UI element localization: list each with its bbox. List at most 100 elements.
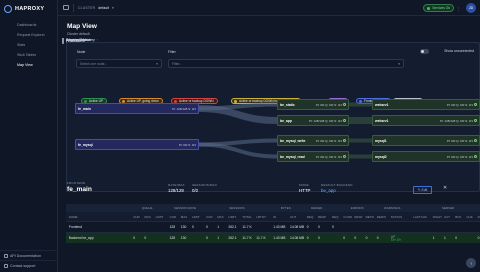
sidebar-item-request-explorer[interactable]: Request Explorer: [0, 30, 58, 40]
server-stats: Pl: 0/0 Q: 0/0 S: 0/1: [446, 154, 473, 159]
cluster-select[interactable]: default: [98, 6, 109, 10]
server-name: mysql1: [375, 138, 387, 143]
sidebar-item-api-docs[interactable]: API Documentation: [0, 250, 58, 260]
column-header[interactable]: LIMIT: [228, 215, 236, 219]
group-header: QUEUE: [141, 206, 153, 210]
table-cell: 11.7 K: [242, 225, 252, 229]
column-header[interactable]: REQ: [307, 215, 314, 219]
check-status-icon: [474, 155, 477, 158]
backend-node-be_mysql_read[interactable]: be_mysql_read Pl: 0/0 Q: 0/0 S: 0/1: [277, 151, 349, 162]
backend-node-be_static[interactable]: be_static Pl: 0/0 Q: 0/0 S: 0/1: [277, 99, 349, 110]
column-header[interactable]: MAX: [217, 215, 224, 219]
column-header[interactable]: CUR: [206, 215, 213, 219]
table-row[interactable]: Backend be_app 0 0 128 130 0 1 262.1 11.7 K 11.7 …: [66, 232, 480, 243]
column-header[interactable]: CONN: [343, 215, 352, 219]
frontend-node-fe_mysql[interactable]: fe_mysql Pl: 0/0 S: 0/1: [75, 139, 199, 150]
sessions-label: SESSIONS/MAX: [192, 183, 218, 187]
frontend-node-fe_main[interactable]: fe_main Pl: 128/128 S: 0/1: [75, 103, 199, 114]
check-status-icon: [343, 103, 346, 106]
table-cell: 262.1: [228, 236, 237, 240]
sidebar-item-contact-support[interactable]: Contact support: [0, 260, 58, 270]
column-header[interactable]: RETR: [366, 215, 374, 219]
sidebar-item-label: Request Explorer: [17, 33, 45, 37]
detail-type-label: FRONTEND: [67, 181, 86, 185]
table-row[interactable]: Frontend 128 130 0 0 1 262.1 11.7 K 1.43 MB 14.06…: [66, 221, 480, 232]
column-header[interactable]: LIMIT: [156, 215, 164, 219]
server-stats: Pl: 0/0 Q: 0/0 S: 0/1: [446, 138, 473, 143]
sidebar-item-map-view[interactable]: Map View: [3, 60, 55, 70]
frontend-stats: Pl: 128/128 S: 0/1: [172, 106, 196, 111]
server-node-websrv1[interactable]: websrv1 Pl: 0/0 Q: 0/0 S: 0/1: [372, 99, 480, 110]
table-cell: 1: [217, 225, 220, 229]
check-status-icon: [474, 139, 477, 142]
column-header[interactable]: OUT: [290, 215, 296, 219]
backend-node-be_mysql_write[interactable]: be_mysql_write Pl: 0/0 Q: 0/0 S: 0/1: [277, 135, 349, 146]
column-header[interactable]: STATUS: [391, 215, 402, 219]
table-cell: 1: [217, 236, 220, 240]
chevron-down-icon[interactable]: ▾: [112, 6, 114, 10]
column-header[interactable]: LIMIT: [192, 215, 200, 219]
edit-button[interactable]: ✎ Edit: [413, 186, 432, 194]
sidebar-footer: API Documentation Contact support: [0, 250, 58, 270]
sidebar-item-dashboards[interactable]: Dashboards: [0, 20, 58, 30]
column-header[interactable]: BCK: [455, 215, 461, 219]
table-cell: 128: [169, 236, 176, 240]
table-cell: 1.43 MB: [273, 236, 286, 240]
table-cell: 11.7 K: [256, 236, 266, 240]
server-name: websrv1: [375, 118, 389, 123]
notifications-icon[interactable]: ⋮: [455, 4, 462, 12]
column-header[interactable]: CHK: [466, 215, 472, 219]
column-header[interactable]: RESP: [354, 215, 362, 219]
table-cell: 0: [376, 236, 379, 240]
server-node-mysql2[interactable]: mysql2 Pl: 0/0 Q: 0/0 S: 0/1: [372, 151, 480, 162]
mode-label: MODE: [299, 183, 309, 187]
status-duration: 32m 12s: [390, 238, 401, 242]
table-cell: 14.06 MB: [290, 236, 305, 240]
column-header[interactable]: NAME: [69, 215, 78, 219]
column-header[interactable]: IN: [273, 215, 276, 219]
server-node-mysql1[interactable]: mysql1 Pl: 0/0 Q: 0/0 S: 0/1: [372, 135, 480, 146]
table-cell: 0: [455, 236, 458, 240]
frontend-name: fe_main: [78, 106, 91, 111]
column-header[interactable]: REDIS: [377, 215, 386, 219]
backend-node-be_app[interactable]: be_app Pl: 128/128 Q: 0/0 S: 0/1: [277, 115, 349, 126]
server-stats: Pl: 0/0 Q: 0/0 S: 0/1: [446, 102, 473, 107]
backend-name: be_app: [280, 118, 292, 123]
frontend-stats: Pl: 0/0 S: 0/1: [178, 142, 196, 147]
table-group-header: QUEUE SESSION RATE SESSIONS BYTES DENIED ERRO…: [66, 204, 480, 212]
default-backend-link[interactable]: be_app: [321, 188, 336, 193]
column-header[interactable]: CUR: [133, 215, 140, 219]
column-header[interactable]: LASTCHK: [413, 215, 427, 219]
sidebar-toggle-icon[interactable]: [63, 5, 69, 10]
services-status-badge[interactable]: Services Ok: [423, 4, 454, 12]
table-cell: 0: [332, 225, 334, 229]
column-header[interactable]: REQ: [332, 215, 339, 219]
topbar-divider: [73, 3, 74, 12]
close-icon[interactable]: ✕: [443, 185, 447, 191]
column-header[interactable]: CUR: [170, 215, 177, 219]
backend-stats: Pl: 0/0 Q: 0/0 S: 0/1: [315, 138, 342, 143]
server-node-websrv1[interactable]: websrv1 Pl: 128/128 Q: 0/0 S: 0/1: [372, 115, 480, 126]
sidebar-item-stick-tables[interactable]: Stick Tables: [0, 50, 58, 60]
server-name: mysql2: [375, 154, 387, 159]
column-header[interactable]: LBTOT: [256, 215, 266, 219]
frontend-detail: FRONTEND fe_main RATE/MAX 128/128 SESSIO…: [66, 180, 480, 272]
column-header[interactable]: WGHT: [433, 215, 442, 219]
server-name: websrv1: [375, 102, 389, 107]
topbar: CLUSTER default ▾ Services Ok ⋮ JD: [58, 0, 480, 16]
column-header[interactable]: MAX: [144, 215, 151, 219]
column-header[interactable]: MAX: [181, 215, 188, 219]
column-header[interactable]: TOTAL: [242, 215, 251, 219]
column-header[interactable]: ACT: [444, 215, 450, 219]
column-header[interactable]: RESP: [318, 215, 326, 219]
default-backend-label: DEFAULT BACKEND: [321, 183, 353, 187]
backend-stats: Pl: 0/0 Q: 0/0 S: 0/1: [315, 102, 342, 107]
sidebar-item-stats[interactable]: Stats: [0, 40, 58, 50]
avatar[interactable]: JD: [466, 3, 476, 13]
brand-logo[interactable]: HAPROXY: [4, 5, 44, 13]
scroll-up-icon[interactable]: ↑: [466, 258, 476, 268]
sidebar-item-label: Contact support: [10, 263, 36, 268]
group-header: SESSION RATE: [174, 206, 196, 210]
map-card: Node Select one node... ▾ Filter Filter.…: [66, 42, 480, 206]
table-cell: 0: [318, 225, 320, 229]
